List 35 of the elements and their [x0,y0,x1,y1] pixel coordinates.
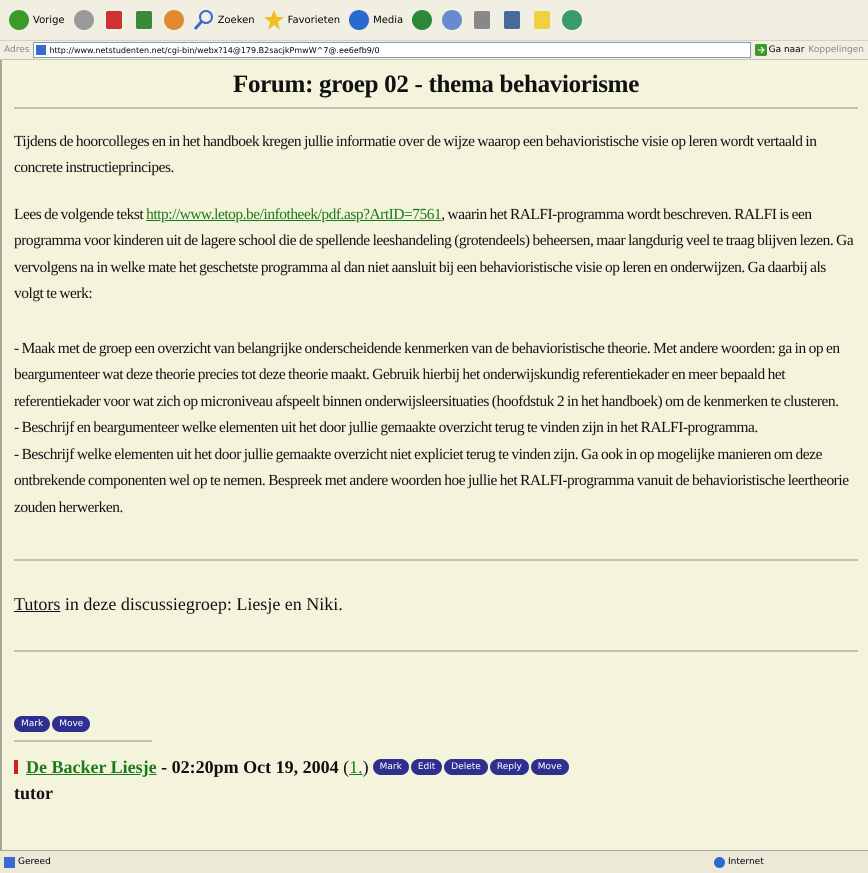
search-icon [192,9,215,31]
author-link[interactable]: De Backer Liesje [26,754,157,780]
page-title: Forum: groep 02 - thema behaviorisme [232,72,640,98]
list-item: - Beschrijf welke elementen uit het door jullie gemaakte overzicht niet expliciet terug te vinden zijn. Ga ook in op mogelijke manieren om deze ontbrekende componenten wel op te nemen. Bespreek met andere woorden hoe jullie het RALFI-programma vanuit de behavioristische leertheorie zouden herwerken. [14,444,850,518]
post-marker [14,760,18,774]
list-item: - Beschrijf en beargumenteer welke elementen uit het door jullie gemaakte overzicht terug te vinden zijn in het RALFI-programma. [14,418,759,438]
action-button[interactable]: Mark [14,716,50,732]
toolbar-button[interactable]: Favorieten [260,9,342,31]
arrow-icon [754,44,767,56]
go-button[interactable]: Ga naar [754,44,804,56]
action-button[interactable]: Reply [490,758,529,775]
close-paren: ) [362,756,369,779]
action-button[interactable]: Delete [444,758,488,775]
post-number-link[interactable]: 1. [349,754,363,780]
star-icon [262,9,285,31]
address-field[interactable]: http://www.netstudenten.net/cgi-bin/webx?14@179.B2sacjkPmwW^7@.ee6efb9/0 [33,42,751,58]
action-button[interactable]: Edit [410,758,442,775]
action-button[interactable]: Mark [372,758,409,775]
open-paren: ( [343,756,350,779]
toolbar-button[interactable]: Media [346,9,406,31]
tutors-text: Tutors in deze discussiegroep: Liesje en Niki. [14,593,344,616]
tutors-link[interactable]: Tutors [14,594,60,614]
article-link[interactable]: http://www.letop.be/infotheek/pdf.asp?ArtID=7561 [146,206,442,222]
post-date: - 02:20pm Oct 19, 2004 [160,756,340,779]
zone-text: Internet [714,856,864,868]
toolbar-button[interactable]: Zoeken [190,9,257,31]
list-item: - Maak met de groep een overzicht van belangrijke onderscheidende kenmerken van de behavioristische theorie. Met andere woorden: ga in op en beargumenteer wat deze theorie precies tot deze theorie maakt. Gebruik hierbij het onderwijskundig referentiekader en meer bepaald het referentiekader voor wat zich op microniveau afspeelt binnen onderwijsleersituaties (hoofdstuk 2 in het handboek) om de kenmerken te clusteren. [14,338,841,412]
status-text: Gereed [4,856,714,868]
action-button[interactable]: Move [52,716,90,732]
paragraph: Tijdens de hoorcolleges en in het handboek kregen jullie informatie over de wijze waarop een behavioristische visie op leren wordt vertaald in concrete instructieprincipes. [14,132,818,178]
action-button[interactable]: Move [530,758,569,775]
author-role: tutor [14,782,54,805]
paragraph: Lees de volgende tekst http://www.letop.be/infotheek/pdf.asp?ArtID=7561, waarin het RALFI-programma wordt beschreven. RALFI is een programma voor kinderen uit de lagere school die de spellende leeshandeling (grotendeels) beheersen, maar langdurig veel te traag blijven lezen. Ga vervolgens na in welke mate het geschetste programma al dan niet aansluit bij een behavioristische visie op leren en onderwijzen. Ga daarbij als volgt te werk: [14,204,854,304]
toolbar-button[interactable]: Vorige [6,9,67,31]
address-label: Adres [4,45,30,55]
